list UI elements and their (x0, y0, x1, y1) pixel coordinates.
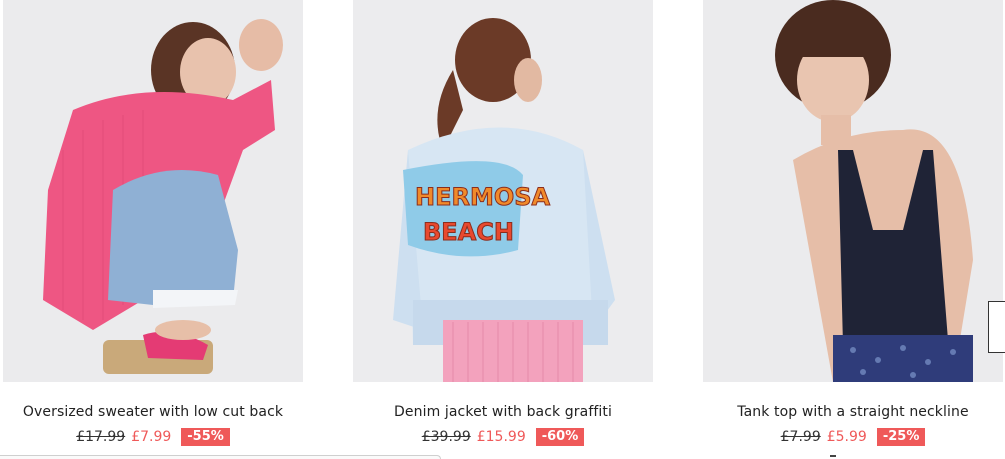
discount-badge: -60% (535, 428, 585, 446)
sale-price: £5.99 (826, 429, 867, 445)
bottom-popup-edge[interactable] (0, 455, 441, 459)
product-card[interactable]: Tank top with a straight neckline £7.99 … (703, 0, 1003, 459)
product-title[interactable]: Tank top with a straight neckline (703, 404, 1003, 420)
price-row: £39.99 £15.99 -60% (353, 428, 653, 446)
tank-top-photo-illustration (703, 0, 1003, 382)
product-title[interactable]: Denim jacket with back graffiti (353, 404, 653, 420)
sweater-photo-illustration (3, 0, 303, 382)
sale-price: £7.99 (131, 429, 172, 445)
product-image[interactable] (3, 0, 303, 382)
price-row: £7.99 £5.99 -25% (703, 428, 1003, 446)
partial-text-fragment (830, 455, 836, 457)
discount-badge: -25% (876, 428, 926, 446)
price-row: £17.99 £7.99 -55% (3, 428, 303, 446)
product-card[interactable]: Oversized sweater with low cut back £17.… (3, 0, 303, 459)
product-grid: Oversized sweater with low cut back £17.… (0, 0, 1005, 459)
original-price: £17.99 (76, 429, 126, 445)
discount-badge: -55% (181, 428, 230, 446)
product-card[interactable]: HERMOSA BEACH Denim jacket with back gra… (353, 0, 653, 459)
product-image[interactable]: HERMOSA BEACH (353, 0, 653, 382)
svg-text:HERMOSA: HERMOSA (415, 183, 551, 211)
sale-price: £15.99 (476, 429, 526, 445)
original-price: £39.99 (421, 429, 471, 445)
product-title[interactable]: Oversized sweater with low cut back (3, 404, 303, 420)
side-panel-tab[interactable] (988, 301, 1005, 353)
original-price: £7.99 (780, 429, 821, 445)
denim-jacket-photo-illustration: HERMOSA BEACH (353, 0, 653, 382)
svg-text:BEACH: BEACH (423, 218, 514, 246)
product-image[interactable] (703, 0, 1003, 382)
